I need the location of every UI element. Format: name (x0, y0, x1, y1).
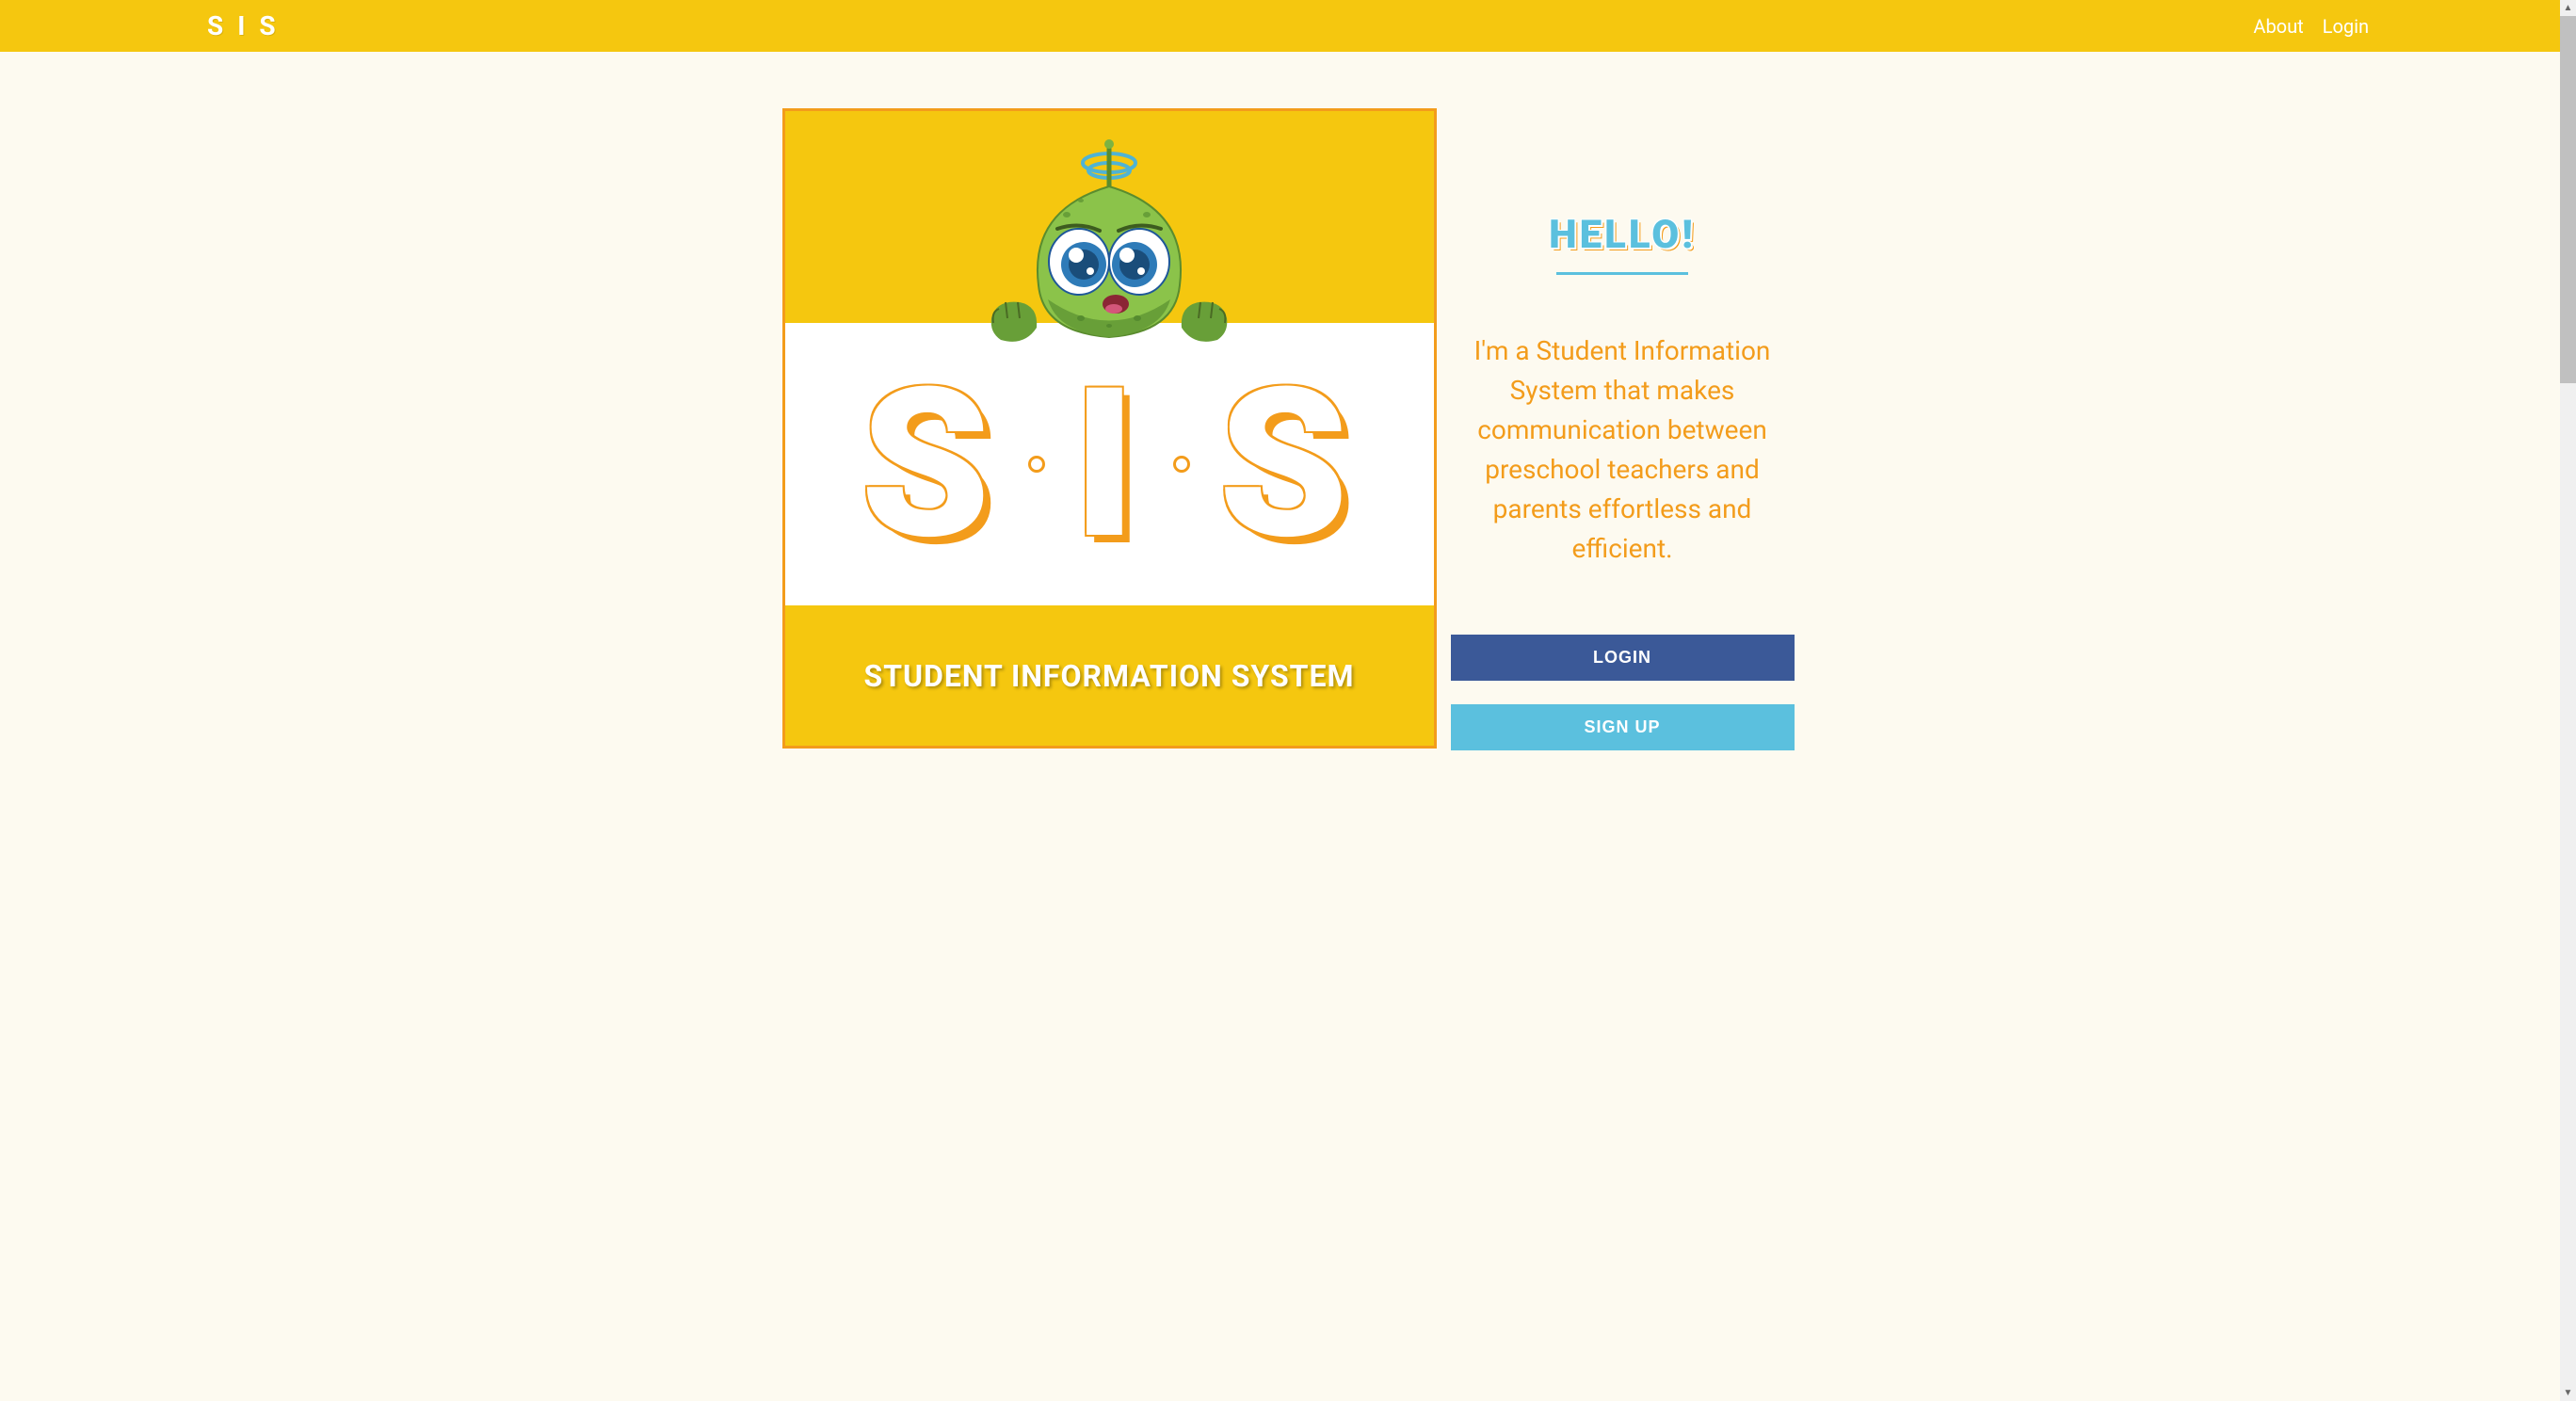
signup-button[interactable]: SIGN UP (1451, 704, 1795, 750)
header: S I S About Login (0, 0, 2576, 52)
scrollbar[interactable]: ▲ ▼ (2560, 0, 2576, 1401)
sis-dot-1 (1028, 456, 1045, 473)
nav-links: About Login (2253, 15, 2369, 38)
main-container: S I S STUDENT INFORMATION SYSTEM HELLO! … (0, 52, 2576, 830)
scrollbar-arrow-up-icon[interactable]: ▲ (2560, 0, 2576, 16)
sis-logo-large: S I S (861, 361, 1358, 568)
hello-title: HELLO! (1451, 212, 1795, 258)
hero-top (785, 111, 1434, 323)
sis-letter-i: I (1073, 361, 1146, 568)
sis-letter-s1: S (861, 361, 1000, 568)
scrollbar-thumb[interactable] (2560, 16, 2576, 383)
content-panel: HELLO! I'm a Student Information System … (1451, 108, 1795, 774)
login-button[interactable]: LOGIN (1451, 635, 1795, 681)
description: I'm a Student Information System that ma… (1451, 331, 1795, 569)
hero-card: S I S STUDENT INFORMATION SYSTEM (782, 108, 1437, 749)
alien-mascot-icon (973, 135, 1246, 379)
hero-subtitle: STUDENT INFORMATION SYSTEM (863, 658, 1354, 694)
nav-about[interactable]: About (2253, 15, 2303, 38)
sis-letter-s2: S (1218, 361, 1358, 568)
scrollbar-arrow-down-icon[interactable]: ▼ (2560, 1385, 2576, 1401)
hero-bottom: STUDENT INFORMATION SYSTEM (785, 605, 1434, 746)
nav-login[interactable]: Login (2323, 15, 2369, 38)
sis-dot-2 (1173, 456, 1190, 473)
logo[interactable]: S I S (207, 10, 280, 41)
hello-underline (1556, 272, 1688, 275)
